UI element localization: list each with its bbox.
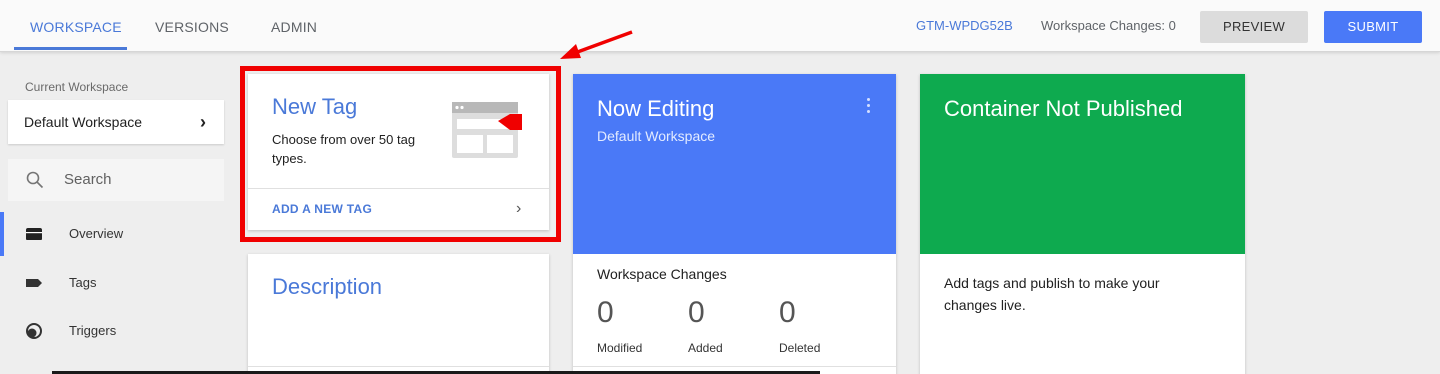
modified-count: 0 [597,296,614,329]
preview-button[interactable]: PREVIEW [1200,11,1308,43]
sidebar-item-triggers[interactable]: Triggers [0,309,232,353]
tag-icon [26,279,42,287]
container-not-published-card: Container Not Published Add tags and pub… [920,74,1245,374]
publish-status-header: Container Not Published [920,74,1245,254]
active-nav-indicator [0,212,4,256]
card-divider [573,366,896,367]
active-tab-indicator [14,47,127,50]
added-label: Added [688,341,723,355]
top-nav-bar: WORKSPACE VERSIONS ADMIN GTM-WPDG52B Wor… [0,0,1440,52]
workspace-changes-count: Workspace Changes: 0 [1041,18,1176,33]
trigger-icon [26,323,42,339]
tab-workspace[interactable]: WORKSPACE [30,0,122,52]
sidebar-item-label: Tags [69,275,97,290]
sidebar-item-overview[interactable]: Overview [0,212,232,256]
tab-versions[interactable]: VERSIONS [155,0,229,52]
workspace-selector[interactable]: Default Workspace › [8,100,224,144]
annotation-arrow-icon [560,30,633,59]
sidebar-item-label: Triggers [69,323,117,338]
more-options-icon[interactable] [863,96,875,116]
current-workspace-label: Current Workspace [25,80,129,94]
workspace-changes-title: Workspace Changes [597,266,727,282]
folder-icon [26,228,42,240]
publish-status-title: Container Not Published [944,96,1183,121]
now-editing-title: Now Editing [597,96,715,121]
modified-label: Modified [597,341,643,355]
search-input[interactable]: Search [8,159,224,201]
highlight-annotation-box [240,66,561,242]
submit-button[interactable]: SUBMIT [1324,11,1422,43]
added-count: 0 [688,296,705,329]
sidebar-item-label: Overview [69,226,124,241]
search-icon [26,171,44,189]
search-placeholder: Search [64,171,112,188]
chevron-right-icon: › [200,112,206,132]
publish-status-text: Add tags and publish to make your change… [944,275,1160,313]
tab-admin[interactable]: ADMIN [271,0,317,52]
description-title: Description [272,274,383,299]
description-card[interactable]: Description [248,254,549,374]
deleted-count: 0 [779,296,796,329]
now-editing-card: Now Editing Default Workspace Workspace … [573,74,896,374]
now-editing-header: Now Editing Default Workspace [573,74,896,254]
workspace-name: Default Workspace [24,114,143,130]
container-id-link[interactable]: GTM-WPDG52B [916,0,1013,52]
card-divider [248,366,549,367]
deleted-label: Deleted [779,341,821,355]
now-editing-workspace: Default Workspace [597,128,716,144]
sidebar-item-tags[interactable]: Tags [0,261,232,305]
